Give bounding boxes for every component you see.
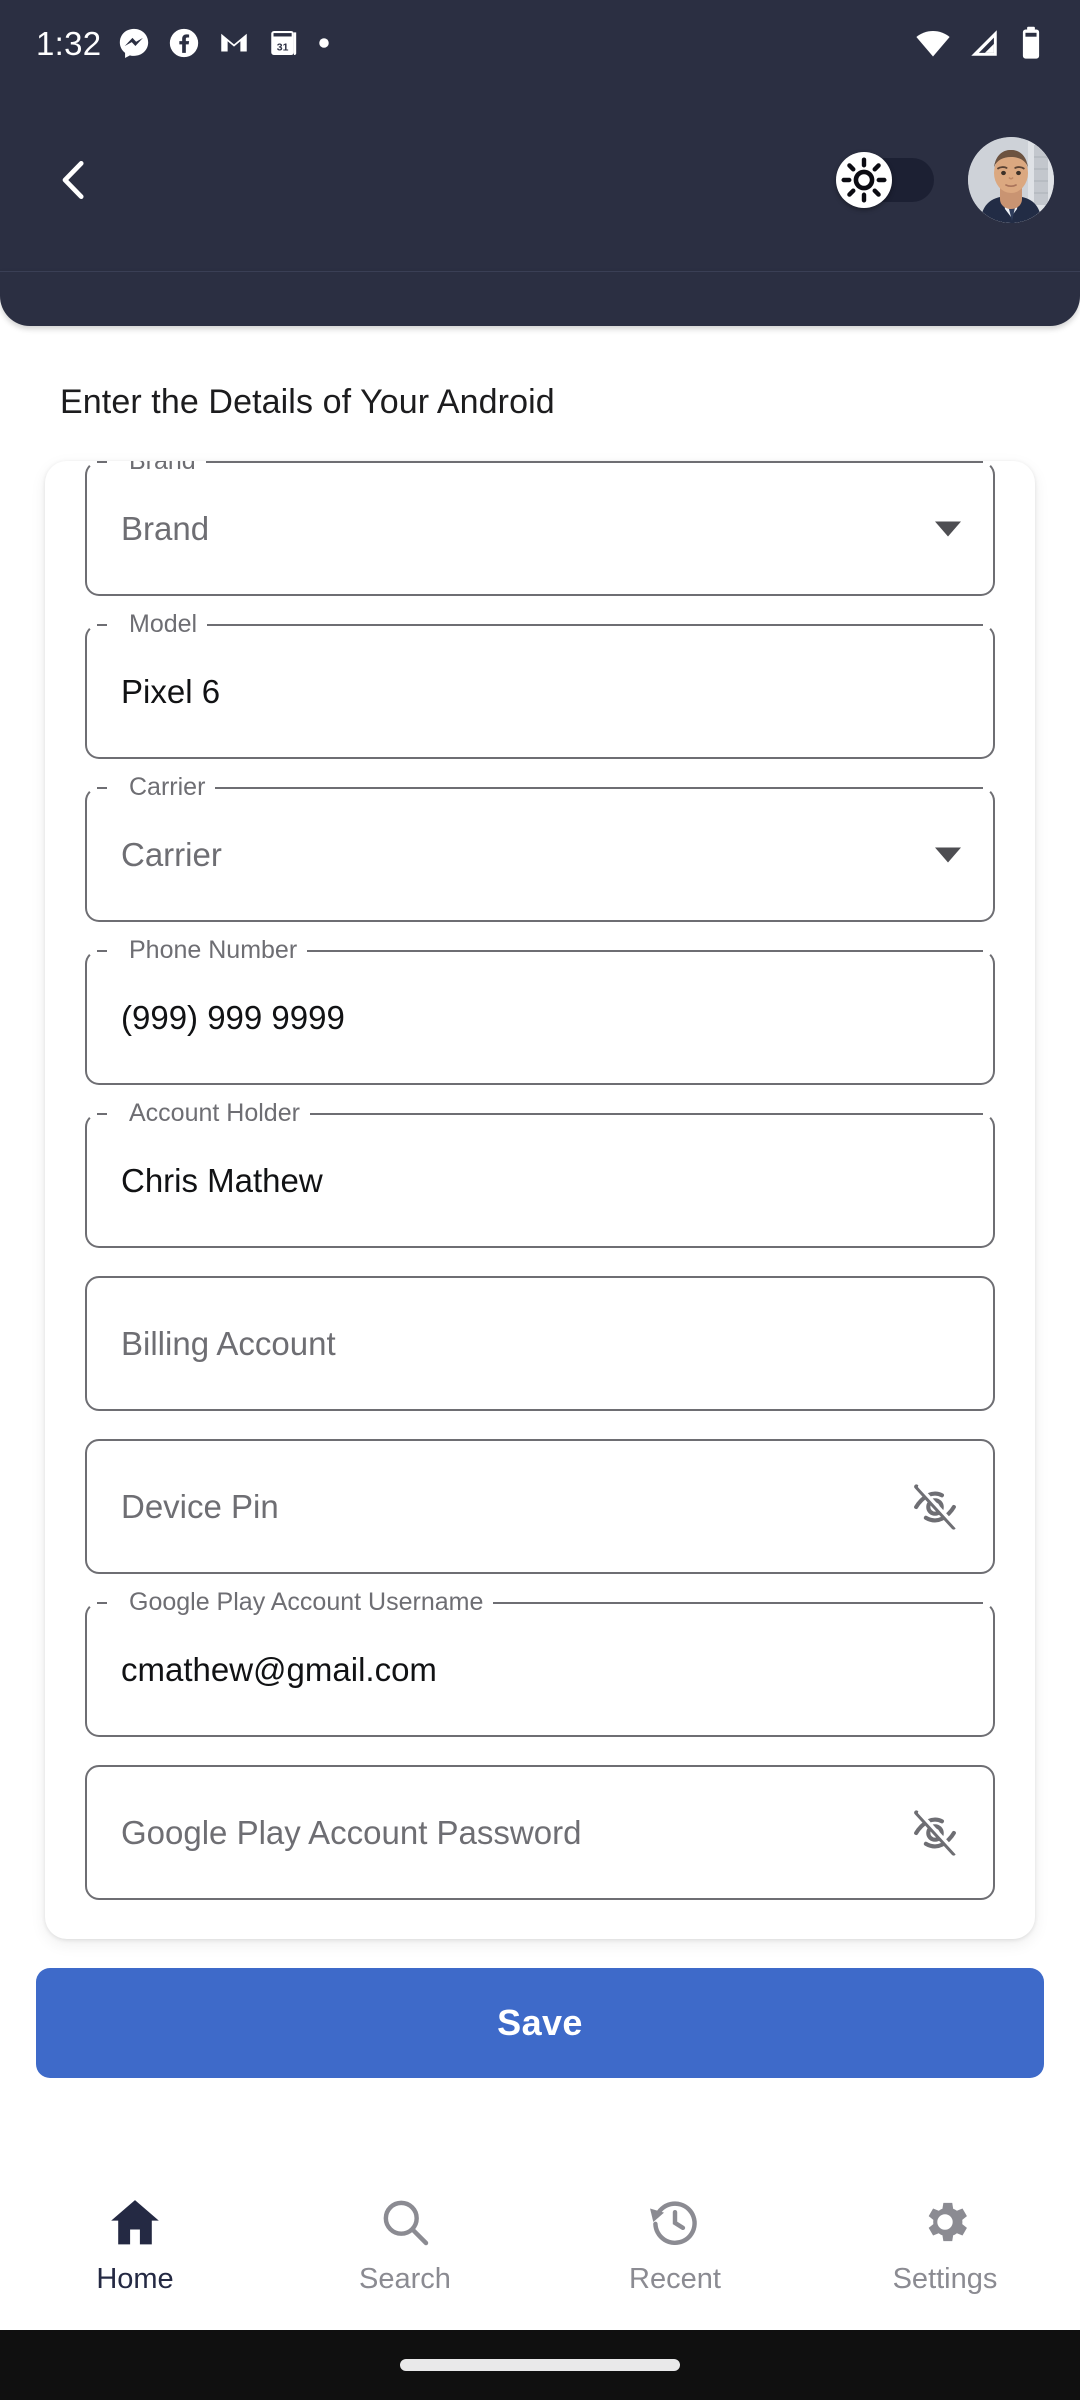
field-value: Billing Account (121, 1324, 336, 1362)
field-value: Chris Mathew (121, 1161, 323, 1199)
form-fields: Brand Brand Model Pixel 6 Carrier Carrie… (85, 461, 995, 1900)
header-shelf (0, 271, 1080, 326)
wifi-icon (916, 30, 950, 57)
nav-item-recent[interactable]: Recent (540, 2194, 810, 2296)
theme-toggle-thumb (836, 152, 892, 208)
field-holder[interactable]: Account Holder Chris Mathew (85, 1097, 995, 1248)
nav-label-settings: Settings (892, 2263, 998, 2295)
home-icon (111, 2200, 159, 2245)
toggle-visibility-button[interactable] (909, 1807, 961, 1859)
field-notch-right (265, 950, 983, 952)
search-icon (383, 2200, 429, 2246)
eye-off-icon (914, 1809, 959, 1856)
status-bar-left: 1:32 31 (36, 26, 331, 60)
field-notch-left (97, 1113, 107, 1115)
field-notch-left (97, 461, 107, 463)
field-value: Device Pin (121, 1487, 279, 1525)
status-bar: 1:32 31 (0, 0, 1080, 86)
bottom-navigation: Home Search Recent Settings (0, 2172, 1080, 2330)
field-notch-left (97, 1602, 107, 1604)
theme-toggle[interactable] (836, 152, 934, 208)
gear-icon (928, 2202, 967, 2242)
field-notch-left (97, 624, 107, 626)
field-value: Carrier (121, 835, 222, 873)
field-notch-left (97, 787, 107, 789)
field-model[interactable]: Model Pixel 6 (85, 608, 995, 759)
field-notch-left (97, 950, 107, 952)
field-value: Pixel 6 (121, 672, 221, 710)
nav-label-search: Search (359, 2263, 451, 2295)
field-label: Model (119, 608, 208, 640)
field-value: cmathew@gmail.com (121, 1650, 437, 1688)
field-billing[interactable]: Billing Account (85, 1276, 995, 1411)
field-play-pass[interactable]: Google Play Account Password (85, 1765, 995, 1900)
home-gesture-pill[interactable] (400, 2359, 680, 2371)
field-label: Google Play Account Username (119, 1586, 494, 1618)
gesture-navigation-bar (0, 2330, 1080, 2400)
app-header: 1:32 31 (0, 0, 1080, 326)
field-value: (999) 999 9999 (121, 998, 345, 1036)
field-outline (85, 624, 995, 759)
field-value: Brand (121, 509, 210, 547)
field-pin[interactable]: Device Pin (85, 1439, 995, 1574)
chevron-left-icon (62, 160, 84, 200)
field-label: Account Holder (119, 1097, 310, 1129)
dropdown-caret-icon[interactable] (935, 521, 961, 536)
status-bar-clock: 1:32 (36, 24, 102, 62)
field-outline (85, 461, 995, 596)
save-button[interactable]: Save (36, 1968, 1044, 2078)
app-bar (0, 120, 1080, 240)
field-phone[interactable]: Phone Number (999) 999 9999 (85, 934, 995, 1085)
avatar[interactable] (968, 137, 1054, 223)
field-notch-right (173, 624, 983, 626)
field-notch-right (199, 787, 983, 789)
history-icon (650, 2201, 697, 2246)
device-details-card: Brand Brand Model Pixel 6 Carrier Carrie… (45, 461, 1035, 1939)
phone-screen: 1:32 31 Enter the Details of Your Androi… (0, 0, 1080, 2400)
nav-label-recent: Recent (629, 2263, 721, 2295)
battery-icon (1022, 26, 1040, 59)
field-label: Brand (119, 461, 206, 477)
app-bar-actions (836, 137, 1054, 223)
nav-item-settings[interactable]: Settings (810, 2194, 1080, 2296)
facebook-icon (170, 28, 199, 58)
field-play-user[interactable]: Google Play Account Username cmathew@gma… (85, 1586, 995, 1737)
page-title: Enter the Details of Your Android (60, 383, 555, 421)
sun-brightness-icon (841, 157, 887, 203)
messenger-icon (120, 28, 149, 59)
avatar-photo (968, 137, 1054, 223)
toggle-visibility-button[interactable] (909, 1481, 961, 1533)
field-notch-right (291, 1113, 983, 1115)
svg-text:31: 31 (277, 43, 289, 54)
field-notch-right (476, 1602, 983, 1604)
nav-item-home[interactable]: Home (0, 2194, 270, 2296)
field-label: Phone Number (119, 934, 308, 966)
field-value: Google Play Account Password (121, 1813, 582, 1851)
dot-icon (319, 38, 330, 48)
field-notch-right (173, 461, 983, 463)
calendar-31-icon: 31 (271, 30, 297, 56)
nav-item-search[interactable]: Search (270, 2194, 540, 2296)
nav-label-home: Home (96, 2263, 174, 2295)
dropdown-caret-icon[interactable] (935, 847, 961, 862)
back-button[interactable] (36, 142, 112, 218)
eye-off-icon (914, 1483, 959, 1530)
cellular-signal-icon (971, 30, 997, 56)
field-brand[interactable]: Brand Brand (85, 461, 995, 596)
status-bar-right (914, 24, 1046, 62)
field-carrier[interactable]: Carrier Carrier (85, 771, 995, 922)
gmail-icon (221, 33, 248, 52)
field-label: Carrier (119, 771, 216, 803)
